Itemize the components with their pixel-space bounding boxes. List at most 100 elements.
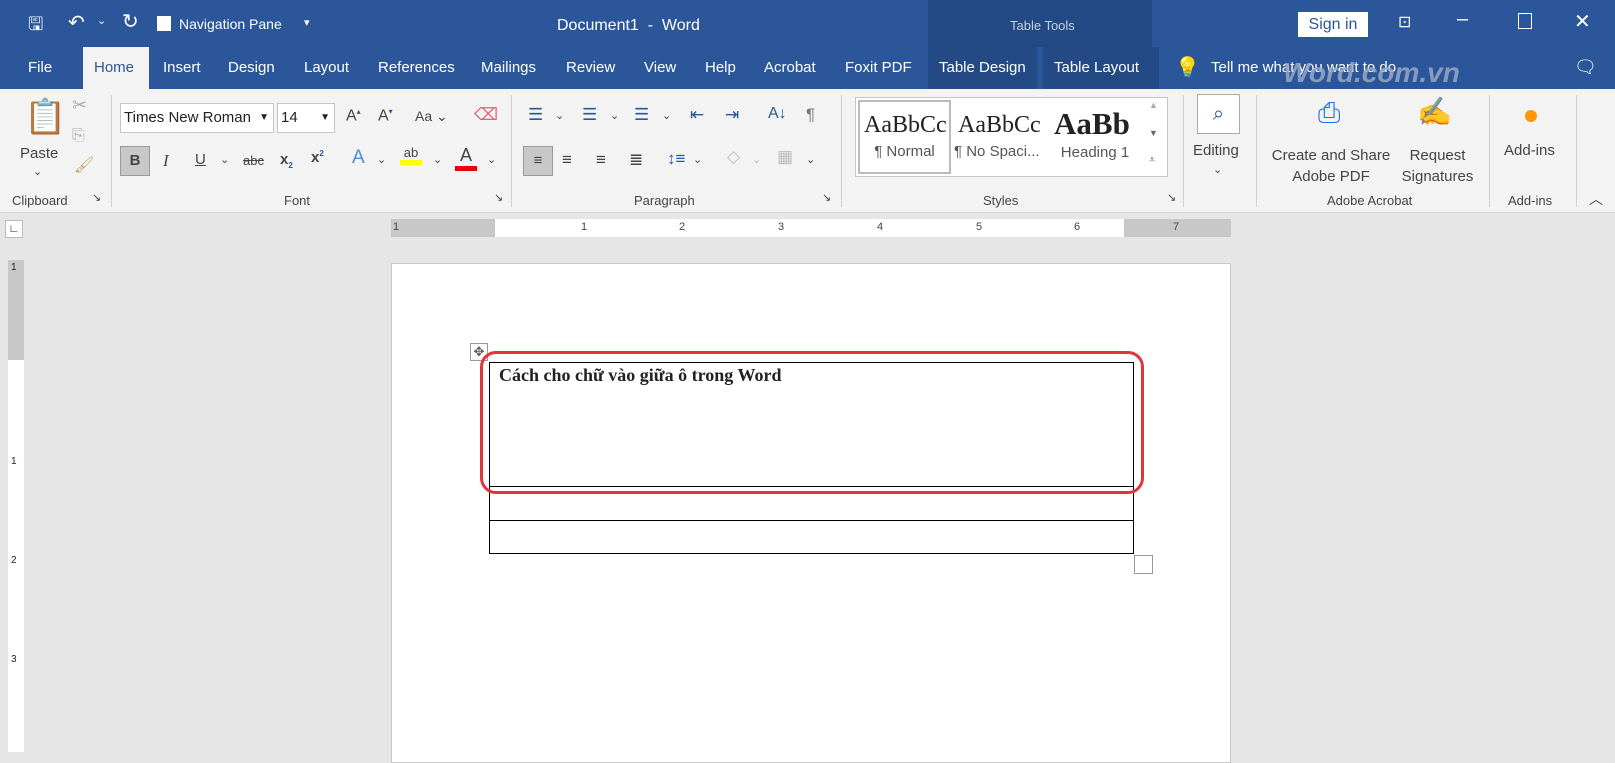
cut-icon[interactable]: ✂ xyxy=(72,95,87,116)
request-signatures-button[interactable]: Request Signatures xyxy=(1395,145,1480,187)
save-icon[interactable]: 🖫 xyxy=(28,12,43,42)
change-case-button[interactable]: Aa ⌄ xyxy=(415,108,448,125)
bullets-dropdown-icon[interactable]: ⌄ xyxy=(555,109,564,122)
tab-design[interactable]: Design xyxy=(217,47,286,89)
tab-references[interactable]: References xyxy=(367,47,466,89)
show-formatting-icon[interactable]: ¶ xyxy=(806,105,815,125)
redo-icon[interactable]: ↻ xyxy=(122,9,139,34)
minimize-icon[interactable]: – xyxy=(1457,8,1468,31)
superscript-button[interactable]: x2 xyxy=(311,149,324,166)
font-name-select[interactable]: Times New Roman ▼ xyxy=(120,103,274,133)
styles-scroll-down[interactable]: ▼ xyxy=(1149,128,1158,138)
tab-mailings[interactable]: Mailings xyxy=(470,47,547,89)
tab-acrobat[interactable]: Acrobat xyxy=(753,47,827,89)
table-row[interactable] xyxy=(489,520,1134,554)
grow-font-icon[interactable]: A▴ xyxy=(346,107,361,125)
paragraph-launcher-icon[interactable]: ↘ xyxy=(822,191,831,204)
tab-layout[interactable]: Layout xyxy=(293,47,360,89)
maximize-icon[interactable] xyxy=(1518,13,1532,29)
sort-icon[interactable]: A↓ xyxy=(768,105,787,123)
tab-selector[interactable]: ∟ xyxy=(5,220,23,238)
tab-file[interactable]: File xyxy=(17,47,63,89)
create-share-pdf-button[interactable]: Create and Share Adobe PDF xyxy=(1271,145,1391,187)
font-color-dropdown-icon[interactable]: ⌄ xyxy=(487,153,496,166)
bullets-icon[interactable]: ☰ xyxy=(528,105,543,125)
tab-insert[interactable]: Insert xyxy=(152,47,212,89)
divider xyxy=(1256,95,1257,207)
undo-icon[interactable]: ↶ xyxy=(68,10,85,35)
multilevel-list-icon[interactable]: ☰ xyxy=(634,105,649,125)
font-size-select[interactable]: 14 ▼ xyxy=(277,103,335,133)
tab-help[interactable]: Help xyxy=(694,47,747,89)
shading-icon[interactable]: ◇ xyxy=(727,147,740,167)
styles-launcher-icon[interactable]: ↘ xyxy=(1167,191,1176,204)
subscript-button[interactable]: x2 xyxy=(280,151,293,170)
numbering-dropdown-icon[interactable]: ⌄ xyxy=(610,109,619,122)
title-bar: 🖫 ↶ ⌄ ↻ Navigation Pane ▾ Document1 - Wo… xyxy=(0,0,1615,89)
comments-icon[interactable]: 🗨 xyxy=(1574,57,1597,78)
highlight-color-icon[interactable]: ab xyxy=(400,145,422,165)
style-no-spacing[interactable]: AaBbCc ¶ No Spaci... xyxy=(954,100,1050,174)
justify-button[interactable]: ≣ xyxy=(629,150,643,170)
copy-icon[interactable]: ⎘ xyxy=(72,127,85,145)
align-left-button[interactable]: ≡ xyxy=(523,146,553,176)
navigation-pane-checkbox[interactable] xyxy=(157,16,171,31)
line-spacing-icon[interactable]: ↕≡ xyxy=(667,149,685,169)
sign-in-button[interactable]: Sign in xyxy=(1298,12,1368,37)
numbering-icon[interactable]: ☰ xyxy=(582,105,597,125)
align-center-button[interactable]: ≡ xyxy=(562,150,572,170)
tab-view[interactable]: View xyxy=(633,47,687,89)
style-normal[interactable]: AaBbCc ¶ Normal xyxy=(858,100,951,174)
bold-button[interactable]: B xyxy=(120,146,150,176)
add-ins-icon[interactable] xyxy=(1525,110,1537,122)
multilevel-dropdown-icon[interactable]: ⌄ xyxy=(662,109,671,122)
style-heading-1[interactable]: AaBb Heading 1 xyxy=(1052,100,1138,174)
font-color-icon[interactable]: A xyxy=(455,145,477,171)
font-launcher-icon[interactable]: ↘ xyxy=(494,191,503,204)
italic-button[interactable]: I xyxy=(163,151,169,171)
align-right-button[interactable]: ≡ xyxy=(596,150,606,170)
tab-home[interactable]: Home xyxy=(83,47,149,89)
paste-dropdown-icon[interactable]: ⌄ xyxy=(33,165,42,178)
request-signatures-icon[interactable]: ✍ xyxy=(1417,95,1452,128)
underline-dropdown-icon[interactable]: ⌄ xyxy=(220,153,229,166)
paste-icon[interactable]: 📋 xyxy=(24,97,66,137)
vertical-ruler-margin xyxy=(8,260,24,360)
horizontal-ruler[interactable]: 1 1 2 3 4 5 6 7 xyxy=(391,219,1231,237)
clipboard-launcher-icon[interactable]: ↘ xyxy=(92,191,101,204)
tab-foxit-pdf[interactable]: Foxit PDF xyxy=(834,47,923,89)
shrink-font-icon[interactable]: A▾ xyxy=(378,107,393,125)
customize-qat-icon[interactable]: ▾ xyxy=(304,16,310,29)
close-icon[interactable]: ✕ xyxy=(1574,9,1591,34)
clear-formatting-icon[interactable]: ⌫ xyxy=(474,105,498,125)
ribbon-display-options-icon[interactable]: ⊡ xyxy=(1398,12,1411,32)
table-resize-handle[interactable] xyxy=(1134,555,1153,574)
shading-dropdown-icon[interactable]: ⌄ xyxy=(752,153,761,166)
underline-button[interactable]: U xyxy=(195,151,206,168)
line-spacing-dropdown-icon[interactable]: ⌄ xyxy=(693,153,702,166)
borders-icon[interactable]: ▦ xyxy=(777,147,793,167)
vertical-ruler[interactable]: 1 1 2 3 xyxy=(8,260,24,752)
styles-scroll-up[interactable]: ▲ xyxy=(1149,100,1158,110)
borders-dropdown-icon[interactable]: ⌄ xyxy=(806,153,815,166)
style-preview: AaBb xyxy=(1054,106,1130,141)
tab-table-design[interactable]: Table Design xyxy=(928,47,1037,89)
tab-review[interactable]: Review xyxy=(555,47,626,89)
format-painter-icon[interactable]: 🖌 xyxy=(74,155,94,175)
text-effects-dropdown-icon[interactable]: ⌄ xyxy=(377,153,386,166)
undo-dropdown-icon[interactable]: ⌄ xyxy=(97,14,106,27)
editing-button[interactable]: Editing xyxy=(1193,142,1239,159)
tab-table-layout[interactable]: Table Layout xyxy=(1043,47,1160,89)
highlight-dropdown-icon[interactable]: ⌄ xyxy=(433,153,442,166)
find-icon[interactable]: ⌕ xyxy=(1197,94,1240,134)
editing-dropdown-icon[interactable]: ⌄ xyxy=(1213,163,1222,176)
add-ins-button[interactable]: Add-ins xyxy=(1504,142,1555,159)
text-effects-icon[interactable]: A xyxy=(352,147,365,169)
strikethrough-button[interactable]: abc xyxy=(243,153,264,168)
collapse-ribbon-icon[interactable]: ︿ xyxy=(1589,189,1603,209)
styles-more-button[interactable]: ⩡ xyxy=(1149,154,1155,167)
create-pdf-icon[interactable]: ⎙ xyxy=(1318,97,1340,130)
paste-button[interactable]: Paste xyxy=(20,145,58,162)
increase-indent-icon[interactable]: ⇥ xyxy=(725,105,739,125)
decrease-indent-icon[interactable]: ⇤ xyxy=(690,105,704,125)
